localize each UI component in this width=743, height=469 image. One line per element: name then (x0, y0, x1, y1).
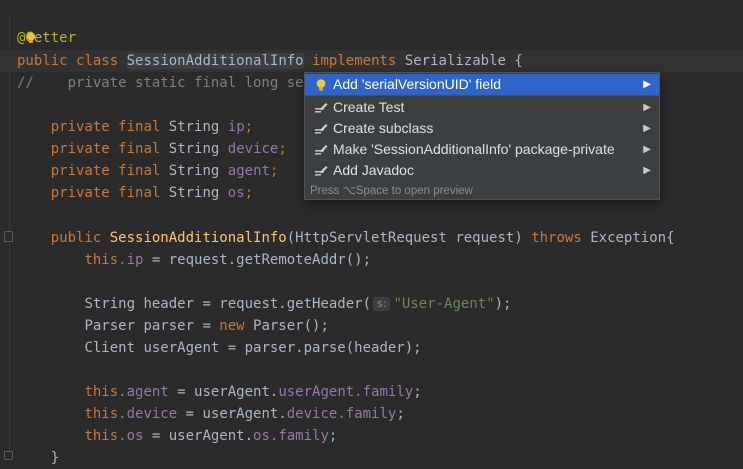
submenu-arrow-icon: ▶ (643, 102, 651, 113)
popup-item-create-subclass[interactable]: Create subclass ▶ (305, 118, 659, 139)
popup-footer-hint: Press ⌥Space to open preview (310, 185, 473, 197)
intention-pencil-icon (315, 103, 328, 113)
parameter-hint: s: (373, 297, 391, 311)
class-name[interactable]: SessionAdditionalInfo (126, 53, 304, 69)
intention-pencil-icon (315, 166, 328, 176)
popup-item-create-test[interactable]: Create Test ▶ (305, 97, 659, 118)
popup-item-make-package-private[interactable]: Make 'SessionAdditionalInfo' package-pri… (305, 139, 659, 160)
submenu-arrow-icon: ▶ (643, 123, 651, 134)
code-line-client: Client userAgent = parser.parse(header); (84, 340, 422, 356)
intention-pencil-icon (315, 145, 328, 155)
code-line-class-declaration: public class SessionAdditionalInfo imple… (17, 53, 523, 69)
intention-pencil-icon (315, 124, 328, 134)
popup-separator (305, 95, 659, 96)
lightbulb-icon[interactable] (26, 32, 36, 44)
code-line-parser: Parser parser = new Parser(); (84, 318, 329, 334)
code-line-closing-brace: } (50, 450, 60, 466)
intention-actions-popup: Add 'serialVersionUID' field ▶ Create Te… (304, 72, 660, 200)
code-line-constructor: public SessionAdditionalInfo(HttpServlet… (50, 230, 675, 246)
code-line-comment: // private static final long se (17, 75, 304, 91)
submenu-arrow-icon: ▶ (643, 165, 651, 176)
submenu-arrow-icon: ▶ (643, 79, 651, 90)
code-line-field-device: private final String device; (50, 141, 287, 157)
submenu-arrow-icon: ▶ (643, 144, 651, 155)
code-line-field-os: private final String os; (50, 185, 254, 201)
fold-end-marker-icon[interactable] (4, 451, 13, 460)
code-line-assign-ip: this.ip = request.getRemoteAddr(); (84, 252, 372, 268)
code-line-assign-agent: this.agent = userAgent.userAgent.family; (84, 384, 422, 400)
lightbulb-icon (316, 79, 326, 91)
popup-item-add-serialversionuid[interactable]: Add 'serialVersionUID' field ▶ (305, 74, 659, 95)
code-line-field-agent: private final String agent; (50, 163, 279, 179)
code-line-assign-device: this.device = userAgent.device.family; (84, 406, 405, 422)
code-line-header: String header = request.getHeader(s: "Use… (84, 296, 512, 312)
code-line-assign-os: this.os = userAgent.os.family; (84, 428, 338, 444)
popup-item-add-javadoc[interactable]: Add Javadoc ▶ (305, 160, 659, 181)
fold-marker-icon[interactable] (4, 231, 13, 242)
code-line-field-ip: private final String ip; (50, 119, 254, 135)
